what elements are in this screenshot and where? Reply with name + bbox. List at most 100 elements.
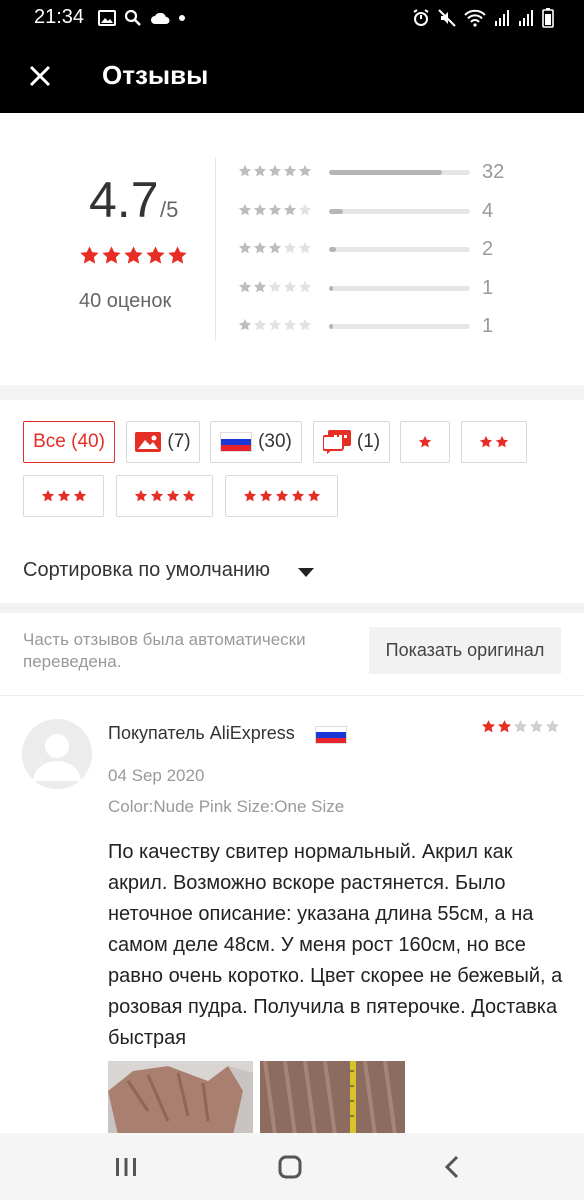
distribution-count: 2 — [482, 238, 494, 260]
distribution-bar — [329, 247, 470, 252]
filter-photos-count: (7) — [167, 431, 191, 452]
review-photo[interactable] — [260, 1061, 405, 1135]
distribution-row-5: 32 — [238, 160, 558, 184]
star-icon — [238, 318, 252, 331]
russia-flag-icon — [220, 432, 253, 452]
show-original-button[interactable]: Показать оригинал — [369, 627, 561, 674]
star-icon — [166, 489, 179, 502]
distribution-bar — [329, 285, 470, 291]
status-icons-left — [98, 9, 186, 27]
user-icon — [33, 734, 81, 781]
star-icon — [182, 489, 195, 502]
average-rating-stars — [79, 245, 188, 266]
star-icon — [102, 246, 121, 264]
filter-translated[interactable]: (1) — [313, 421, 390, 463]
distribution-stars — [238, 280, 312, 294]
star-icon — [80, 246, 99, 264]
home-button[interactable] — [268, 1147, 312, 1187]
distribution-stars — [238, 318, 312, 332]
star-icon — [268, 203, 282, 215]
star-icon — [283, 164, 297, 177]
star-icon — [57, 489, 70, 502]
image-icon — [98, 10, 116, 26]
star-icon — [253, 203, 267, 215]
star-icon — [298, 280, 312, 292]
review-photo[interactable] — [108, 1061, 253, 1135]
star-icon — [268, 164, 282, 177]
distribution-stars — [238, 241, 312, 255]
average-rating-block: 4.7 /5 40 оценок — [0, 113, 215, 385]
distribution-bar-fill — [329, 208, 344, 214]
distribution-bar — [329, 170, 470, 175]
sort-label: Сортировка по умолчанию — [23, 559, 271, 581]
close-button[interactable] — [22, 58, 58, 94]
back-button[interactable] — [430, 1147, 474, 1187]
recent-apps-button[interactable] — [104, 1147, 148, 1187]
filter-translated-count: (1) — [356, 431, 381, 452]
battery-icon — [542, 8, 554, 28]
distribution-count: 1 — [482, 315, 494, 337]
star-icon — [268, 241, 282, 254]
filter-3-stars[interactable] — [23, 475, 104, 517]
star-icon — [529, 719, 544, 733]
caret-down-icon — [298, 568, 314, 577]
filter-russia[interactable]: (30) — [210, 421, 302, 463]
review-date: 04 Sep 2020 — [108, 766, 205, 785]
star-icon — [418, 435, 432, 448]
filter-2-stars[interactable] — [461, 421, 527, 463]
star-icon — [283, 241, 297, 254]
star-icon — [495, 435, 509, 448]
filter-all[interactable]: Все (40) — [23, 421, 115, 463]
filter-all-label: Все (40) — [33, 431, 105, 452]
star-icon — [243, 489, 256, 502]
star-icon — [73, 489, 86, 502]
star-icon — [253, 280, 267, 292]
distribution-bar-fill — [329, 285, 333, 291]
russia-flag-icon — [315, 726, 347, 744]
app-header: Отзывы — [0, 38, 584, 113]
filter-5-stars[interactable] — [225, 475, 338, 517]
star-icon — [146, 246, 165, 264]
cloud-icon — [151, 12, 170, 24]
star-icon — [150, 489, 163, 502]
review-sku: Color:Nude Pink Size:One Size — [108, 797, 345, 816]
signal-icon — [495, 10, 509, 26]
translation-notice: Часть отзывов была автоматически перевед… — [0, 613, 584, 696]
distribution-bar-fill — [329, 170, 442, 175]
star-icon — [298, 318, 312, 331]
filter-1-star[interactable] — [400, 421, 450, 463]
star-icon — [479, 435, 493, 448]
review-photo-image — [260, 1061, 405, 1135]
divider — [215, 157, 216, 341]
star-icon — [298, 241, 312, 254]
star-icon — [253, 241, 267, 254]
distribution-row-2: 1 — [238, 276, 558, 300]
distribution-stars — [238, 164, 312, 178]
search-icon — [124, 9, 141, 26]
sort-dropdown[interactable]: Сортировка по умолчанию — [0, 535, 584, 603]
filter-chips: Все (40) (7) (30) (1) — [0, 400, 584, 535]
review-text: По качеству свитер нормальный. Акрил как… — [108, 841, 563, 1049]
status-time: 21:34 — [34, 6, 85, 28]
star-icon — [268, 280, 282, 292]
reviewer-name: Покупатель AliExpress — [108, 723, 295, 743]
star-icon — [253, 164, 267, 177]
star-icon — [497, 719, 512, 733]
distribution-bar-fill — [329, 324, 333, 329]
filter-4-stars[interactable] — [116, 475, 213, 517]
mute-icon — [438, 9, 456, 27]
filter-russia-count: (30) — [258, 431, 292, 452]
distribution-bar — [329, 324, 470, 329]
distribution-row-1: 1 — [238, 314, 558, 338]
star-icon — [283, 318, 297, 331]
translation-notice-text: Часть отзывов была автоматически перевед… — [23, 630, 306, 671]
star-icon — [238, 203, 252, 215]
avatar — [22, 719, 92, 789]
distribution-bar — [329, 208, 470, 214]
star-icon — [253, 318, 267, 331]
average-rating-max: /5 — [160, 197, 179, 222]
filter-photos[interactable]: (7) — [126, 421, 200, 463]
distribution-count: 32 — [482, 161, 505, 183]
status-bar: 21:34 — [0, 0, 584, 38]
distribution-count: 4 — [482, 199, 494, 222]
